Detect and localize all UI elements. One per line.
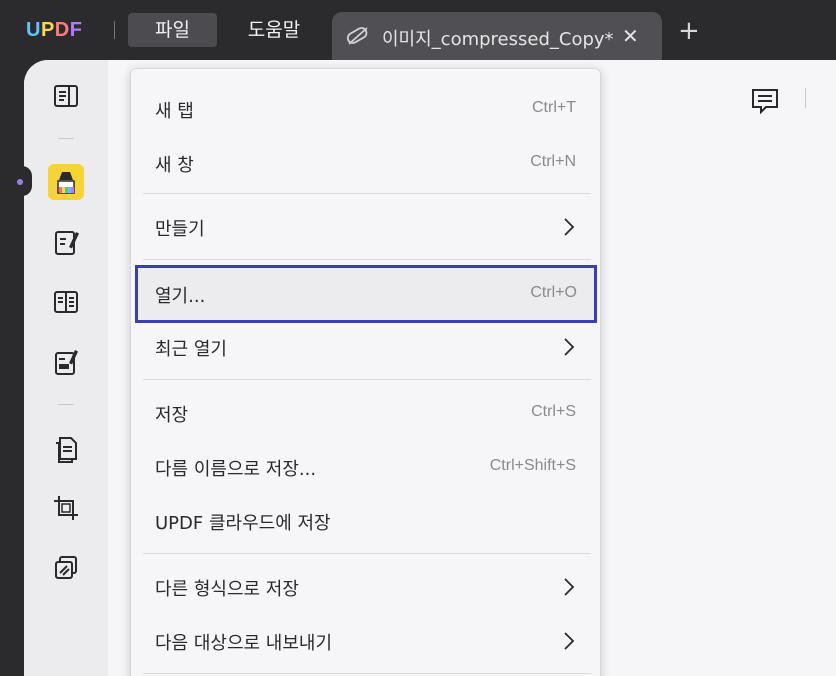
menu-item-recent[interactable]: 최근 열기 [135,321,596,373]
menu-item-label: 다음 대상으로 내보내기 [155,633,333,654]
layers-icon[interactable] [48,550,84,586]
menu-item-label: 만들기 [155,219,205,240]
menu-item-open[interactable]: 열기... Ctrl+O [135,265,597,323]
logo-letter-u: U [26,19,41,41]
tab-close-icon[interactable]: ✕ [622,24,639,48]
title-separator [114,21,115,39]
chevron-right-icon [562,577,576,601]
menu-item-label: 다른 형식으로 저장 [155,579,299,600]
menu-item-label: 최근 열기 [155,339,227,360]
menu-item-export[interactable]: 다음 대상으로 내보내기 [135,615,596,667]
file-menu-button[interactable]: 파일 [128,13,217,47]
help-menu-button[interactable]: 도움말 [234,13,314,47]
logo-letter-f: F [69,19,83,41]
menu-item-shortcut: Ctrl+T [532,99,576,116]
menu-divider [143,193,591,194]
menu-item-save[interactable]: 저장 Ctrl+S [135,387,596,439]
chevron-right-icon [562,337,576,361]
menu-item-save-as[interactable]: 다름 이름으로 저장... Ctrl+Shift+S [135,441,596,493]
chevron-right-icon [562,217,576,241]
book-icon[interactable] [48,78,84,114]
active-tool-indicator [17,179,23,185]
sign-pen-icon[interactable] [48,344,84,380]
menu-item-label: 새 창 [155,155,194,176]
menu-divider [143,553,591,554]
menu-divider [143,379,591,380]
menu-divider [143,259,591,260]
right-toolbar-separator [805,88,806,108]
logo-letter-d: D [54,19,70,41]
menu-item-label: 열기... [155,286,206,307]
menu-item-create[interactable]: 만들기 [135,201,596,253]
menu-item-new-window[interactable]: 새 창 Ctrl+N [135,137,596,189]
file-menu-dropdown: 새 탭 Ctrl+T 새 창 Ctrl+N 만들기 열기... Ctrl+O 최… [130,68,601,676]
menu-item-save-cloud[interactable]: UPDF 클라우드에 저장 [135,495,596,547]
unsaved-file-icon [346,25,370,51]
menu-item-shortcut: Ctrl+Shift+S [489,457,576,474]
new-tab-button[interactable]: + [678,16,700,46]
logo-letter-p: P [40,19,55,41]
page-layout-icon[interactable] [48,284,84,320]
title-bar: UPDF 파일 도움말 이미지_compressed_Copy* ✕ + [0,0,836,60]
comment-list-icon[interactable] [750,86,780,120]
menu-item-shortcut: Ctrl+N [530,153,576,170]
edit-pen-icon[interactable] [48,224,84,260]
menu-item-label: 새 탭 [155,101,194,122]
menu-item-shortcut: Ctrl+S [531,403,576,420]
crop-icon[interactable] [48,490,84,526]
menu-item-shortcut: Ctrl+O [530,284,577,301]
chevron-right-icon [562,631,576,655]
menu-item-new-tab[interactable]: 새 탭 Ctrl+T [135,83,596,135]
highlighter-icon[interactable] [48,164,84,200]
menu-item-save-other-format[interactable]: 다른 형식으로 저장 [135,561,596,613]
menu-item-label: 저장 [155,405,189,426]
toolbar-divider [58,404,74,405]
menu-item-label: 다름 이름으로 저장... [155,459,317,480]
updf-logo: UPDF [26,19,82,42]
menu-item-label: UPDF 클라우드에 저장 [155,513,331,534]
menu-divider [143,673,591,674]
tab-title: 이미지_compressed_Copy* [382,29,614,50]
copy-pages-icon[interactable] [48,432,84,468]
toolbar-divider [58,138,74,139]
document-tab[interactable]: 이미지_compressed_Copy* ✕ [332,12,662,60]
